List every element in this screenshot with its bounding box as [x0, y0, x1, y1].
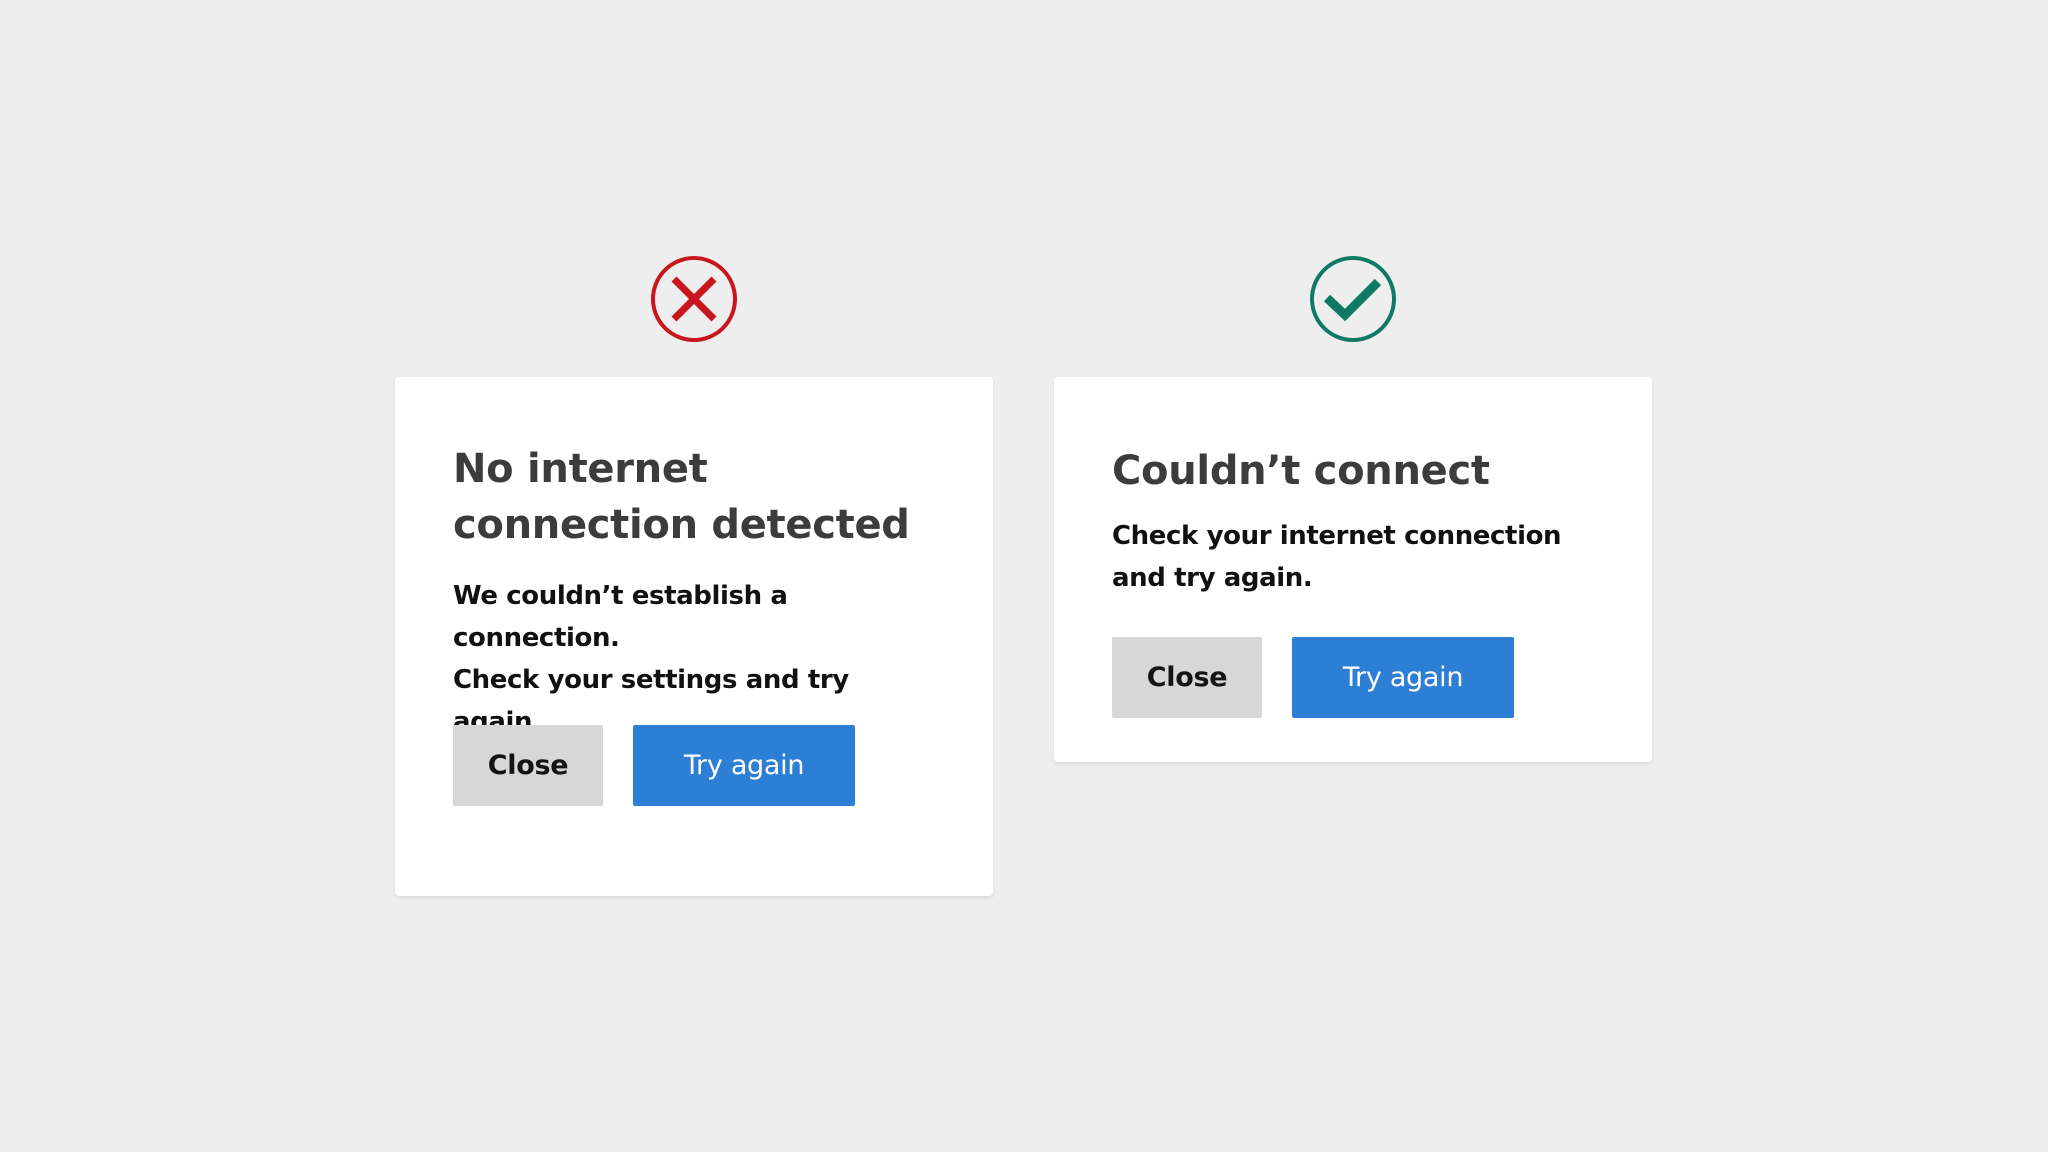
dialog-title: Couldn’t connect	[1112, 443, 1594, 499]
dialog-title-line: connection detected	[453, 502, 910, 548]
close-button[interactable]: Close	[453, 725, 603, 806]
try-again-button[interactable]: Try again	[633, 725, 855, 806]
dialog-message-line: We couldn’t establish a connection.	[453, 581, 788, 653]
dialog-message: Check your internet connection and try a…	[1112, 515, 1594, 599]
dialog-message: We couldn’t establish a connection. Chec…	[453, 575, 935, 743]
dialog-message-line: Check your internet connection	[1112, 521, 1562, 551]
try-again-button[interactable]: Try again	[1292, 637, 1514, 718]
no-connection-dialog: No internet connection detected We could…	[395, 377, 993, 896]
dialog-title-line: No internet	[453, 446, 708, 492]
dialog-message-line: and try again.	[1112, 563, 1313, 593]
dialog-title-line: Couldn’t connect	[1112, 448, 1490, 494]
dialog-actions: Close Try again	[453, 725, 855, 806]
close-button[interactable]: Close	[1112, 637, 1262, 718]
error-cross-icon	[650, 255, 738, 343]
success-check-icon	[1309, 255, 1397, 343]
dialog-title: No internet connection detected	[453, 441, 935, 553]
couldnt-connect-dialog: Couldn’t connect Check your internet con…	[1054, 377, 1652, 762]
dialog-actions: Close Try again	[1112, 637, 1514, 718]
